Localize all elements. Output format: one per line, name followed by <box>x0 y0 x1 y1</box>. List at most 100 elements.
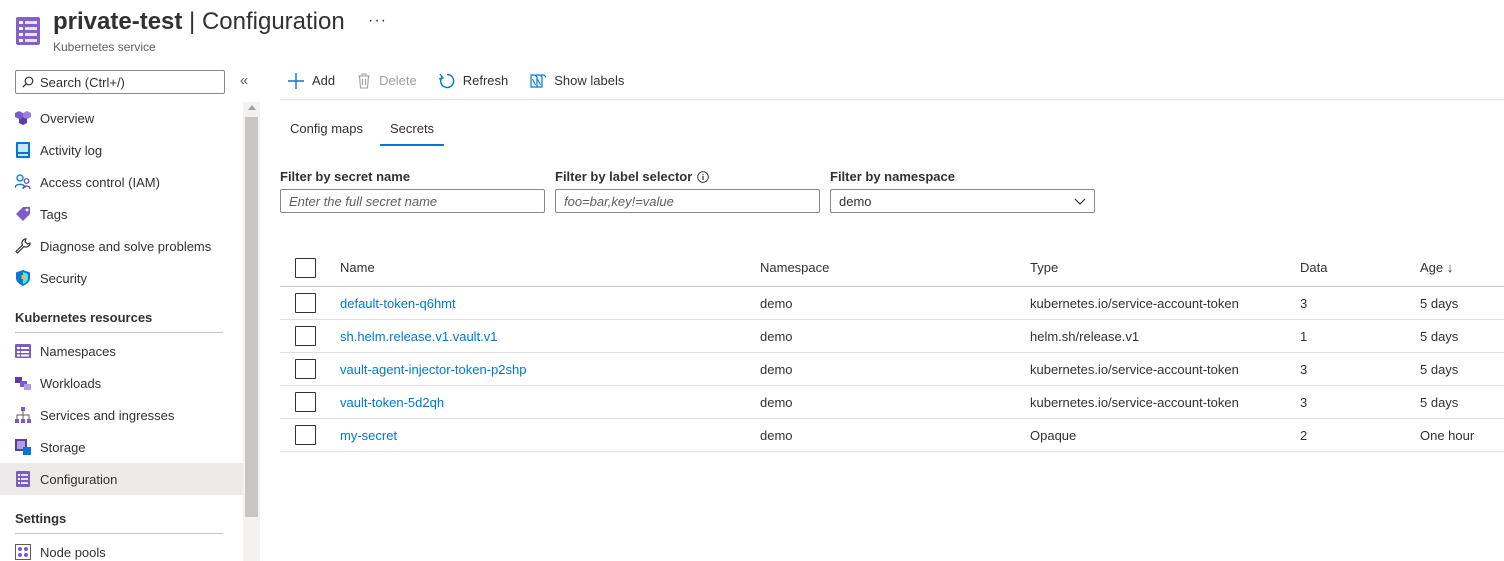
filter-namespace-dropdown[interactable]: demo <box>830 189 1095 213</box>
sidebar-item-storage[interactable]: Storage <box>0 431 243 463</box>
sidebar-item-access-control[interactable]: Access control (IAM) <box>0 166 243 198</box>
sidebar-item-diagnose[interactable]: Diagnose and solve problems <box>0 230 243 262</box>
row-checkbox[interactable] <box>295 293 316 313</box>
sidebar-search-input[interactable]: Search (Ctrl+/) <box>15 70 225 94</box>
sidebar-item-label: Workloads <box>40 375 102 391</box>
cell-type: Opaque <box>1030 427 1077 443</box>
cell-type: kubernetes.io/service-account-token <box>1030 394 1239 410</box>
filter-label-selector-label: Filter by label selector <box>555 169 710 184</box>
row-checkbox[interactable] <box>295 359 316 379</box>
sidebar-scrollbar[interactable] <box>243 102 260 561</box>
sidebar-item-label: Access control (IAM) <box>40 174 160 190</box>
resource-type: Kubernetes service <box>53 40 156 54</box>
sidebar-item-label: Storage <box>40 439 86 455</box>
cell-age: 5 days <box>1420 295 1459 311</box>
cell-namespace: demo <box>760 394 793 410</box>
sidebar-item-configuration[interactable]: Configuration <box>0 463 243 495</box>
tab-secrets[interactable]: Secrets <box>379 112 445 146</box>
tag-icon <box>15 206 31 222</box>
secret-name-link[interactable]: sh.helm.release.v1.vault.v1 <box>340 329 498 344</box>
add-button[interactable]: Add <box>288 69 335 93</box>
cell-data: 2 <box>1300 427 1308 443</box>
info-icon[interactable] <box>697 170 710 183</box>
refresh-button-label: Refresh <box>462 73 509 88</box>
sidebar-item-label: Overview <box>40 110 95 126</box>
sidebar-item-label: Activity log <box>40 142 103 158</box>
secret-name-link[interactable]: vault-token-5d2qh <box>340 395 444 410</box>
filter-label-selector-input[interactable] <box>555 189 820 213</box>
scrollbar-thumb[interactable] <box>245 117 258 517</box>
sidebar-item-node-pools[interactable]: Node pools <box>0 536 243 561</box>
sidebar-item-workloads[interactable]: Workloads <box>0 367 243 399</box>
sidebar-item-label: Security <box>40 270 87 286</box>
cell-data: 3 <box>1300 361 1308 377</box>
refresh-button[interactable]: Refresh <box>438 69 509 93</box>
filter-secret-name-input[interactable] <box>280 189 545 213</box>
table-header-row: Name Namespace Type Data Age ↓ <box>280 249 1504 287</box>
column-header-age[interactable]: Age ↓ <box>1420 249 1453 286</box>
cell-type: kubernetes.io/service-account-token <box>1030 361 1239 377</box>
title-separator: | <box>182 8 202 35</box>
more-options-button[interactable]: ··· <box>368 12 387 30</box>
sidebar-item-namespaces[interactable]: Namespaces <box>0 335 243 367</box>
secret-name-link[interactable]: default-token-q6hmt <box>340 296 456 311</box>
cell-name: vault-token-5d2qh <box>340 386 444 418</box>
sidebar-item-services-and-ingresses[interactable]: Services and ingresses <box>0 399 243 431</box>
sidebar-item-overview[interactable]: Overview <box>0 102 243 134</box>
configuration-icon <box>15 471 31 487</box>
cell-namespace: demo <box>760 361 793 377</box>
sidebar-item-label: Namespaces <box>40 343 116 359</box>
table-row[interactable]: sh.helm.release.v1.vault.v1 demo helm.sh… <box>280 320 1504 353</box>
column-header-namespace[interactable]: Namespace <box>760 249 829 286</box>
show-labels-button[interactable]: Show labels <box>530 69 624 93</box>
table-row[interactable]: default-token-q6hmt demo kubernetes.io/s… <box>280 287 1504 320</box>
table-row[interactable]: vault-agent-injector-token-p2shp demo ku… <box>280 353 1504 386</box>
resource-tabs: Config maps Secrets <box>280 112 451 146</box>
sidebar-item-tags[interactable]: Tags <box>0 198 243 230</box>
resource-name: private-test <box>53 8 183 35</box>
filter-namespace-label: Filter by namespace <box>830 169 955 184</box>
trash-icon <box>358 72 371 89</box>
sidebar-item-security[interactable]: Security <box>0 262 243 294</box>
sidebar-item-label: Configuration <box>40 471 118 487</box>
column-header-name[interactable]: Name <box>340 249 375 286</box>
sidebar-item-label: Services and ingresses <box>40 407 175 423</box>
cell-age: 5 days <box>1420 394 1459 410</box>
column-header-data[interactable]: Data <box>1300 249 1327 286</box>
scroll-up-arrow-icon[interactable] <box>248 105 256 110</box>
sidebar-item-label: Node pools <box>40 544 106 560</box>
wrench-icon <box>15 238 31 254</box>
cell-namespace: demo <box>760 427 793 443</box>
section-kubernetes-resources: Kubernetes resources <box>15 310 223 333</box>
shield-icon <box>15 270 31 286</box>
row-checkbox[interactable] <box>295 425 316 445</box>
secret-name-link[interactable]: my-secret <box>340 428 397 443</box>
sidebar-item-activity-log[interactable]: Activity log <box>0 134 243 166</box>
overview-icon <box>15 110 31 126</box>
cell-type: helm.sh/release.v1 <box>1030 328 1140 344</box>
sidebar-item-label: Tags <box>40 206 68 222</box>
cell-type: kubernetes.io/service-account-token <box>1030 295 1239 311</box>
namespace-selected-value: demo <box>839 193 872 209</box>
cell-name: my-secret <box>340 419 397 451</box>
chevron-down-icon <box>1074 198 1086 205</box>
column-header-type[interactable]: Type <box>1030 249 1058 286</box>
collapse-sidebar-button[interactable]: « <box>237 72 251 89</box>
cell-name: vault-agent-injector-token-p2shp <box>340 353 526 385</box>
namespaces-icon <box>15 343 31 359</box>
row-checkbox[interactable] <box>295 392 316 412</box>
delete-button[interactable]: Delete <box>357 69 417 93</box>
table-row[interactable]: vault-token-5d2qh demo kubernetes.io/ser… <box>280 386 1504 419</box>
add-button-label: Add <box>312 73 336 88</box>
cell-namespace: demo <box>760 328 793 344</box>
filter-label-selector-text: Filter by label selector <box>555 169 693 184</box>
cell-name: default-token-q6hmt <box>340 287 456 319</box>
tab-config-maps[interactable]: Config maps <box>280 112 373 146</box>
secret-name-link[interactable]: vault-agent-injector-token-p2shp <box>340 362 526 377</box>
select-all-checkbox[interactable] <box>295 257 316 278</box>
labels-icon <box>530 73 547 88</box>
table-row[interactable]: my-secret demo Opaque 2 One hour <box>280 419 1504 452</box>
activity-log-icon <box>15 142 31 158</box>
cell-age: 5 days <box>1420 361 1459 377</box>
row-checkbox[interactable] <box>295 326 316 346</box>
